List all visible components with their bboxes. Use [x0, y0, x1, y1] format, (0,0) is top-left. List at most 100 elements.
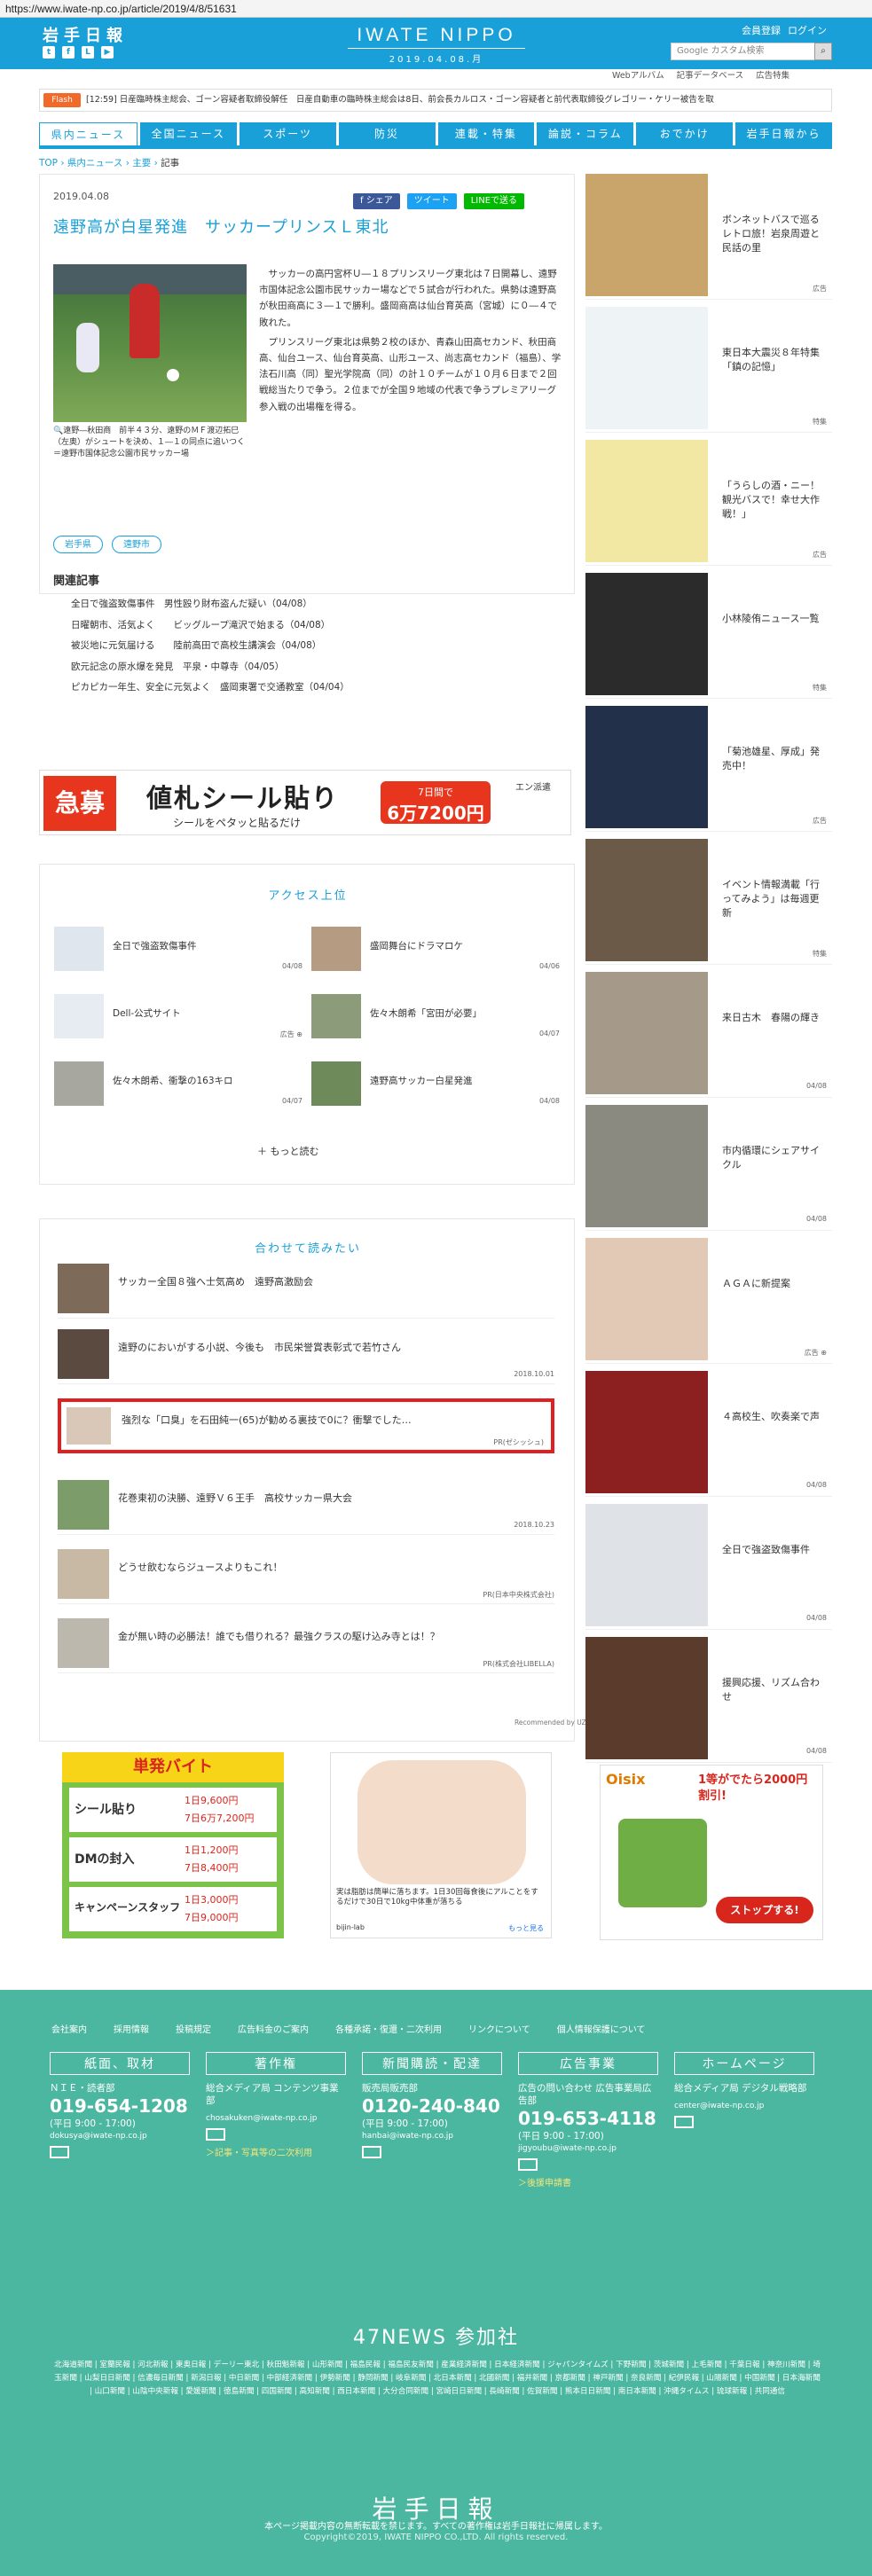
- breadcrumb-main[interactable]: 主要: [132, 158, 151, 168]
- access-thumb: [311, 1061, 361, 1106]
- sidebar-item[interactable]: 援興応援、リズム合わせ 04/08: [585, 1637, 832, 1763]
- footer-links: 会社案内 採用情報 投稿規定 広告料金のご案内 各種承諾・復還・二次利用 リンク…: [51, 2022, 645, 2035]
- tag-tono[interactable]: 遠野市: [112, 536, 161, 553]
- sidebar-item[interactable]: 来日古木 春陽の輝き 04/08: [585, 972, 832, 1098]
- web-album-link[interactable]: Webアルバム: [612, 68, 664, 81]
- phone-number[interactable]: 0120-240-840: [362, 2094, 502, 2118]
- breadcrumb-local[interactable]: 県内ニュース: [67, 158, 122, 168]
- related-item[interactable]: 被災地に元気届ける 陸前高田で高校生講演会（04/08）: [71, 636, 350, 657]
- access-item[interactable]: Dell-公式サイト 広告 ⊕: [54, 994, 302, 1038]
- email-link[interactable]: dokusya@iwate-np.co.jp: [50, 2130, 190, 2142]
- recommend-item[interactable]: サッカー全国８強へ士気高め 遠野高激励会: [58, 1264, 554, 1319]
- access-item[interactable]: 盛岡舞台にドラマロケ 04/06: [311, 927, 560, 971]
- footer-link[interactable]: 個人情報保護について: [557, 2022, 646, 2035]
- sidebar-item[interactable]: ＡＧＡに新提案 広告 ⊕: [585, 1238, 832, 1364]
- related-item[interactable]: 日曜朝市、活気よく ビッグループ滝沢で始まる（04/08）: [71, 615, 350, 637]
- sidebar-item[interactable]: 小林陵侑ニュース一覧 特集: [585, 573, 832, 699]
- sidebar-item[interactable]: 東日本大震災８年特集「鎮の記憶」 特集: [585, 307, 832, 433]
- footer-link[interactable]: 各種承諾・復還・二次利用: [335, 2022, 442, 2035]
- recommend-item-highlighted[interactable]: 強烈な「口臭」を石田純一(65)が勧める裏技で0に？衝撃でした… PR(ゼシッシ…: [58, 1398, 554, 1453]
- article-db-link[interactable]: 記事データベース: [677, 68, 744, 81]
- mail-icon[interactable]: [362, 2146, 381, 2158]
- recommend-item[interactable]: 金が無い時の必勝法！誰でも借りれる？最強クラスの駆け込み寺とは！？ PR(株式会…: [58, 1618, 554, 1673]
- sidebar-item[interactable]: ボンネットバスで巡るレトロ旅！岩泉周遊と民話の里 広告: [585, 174, 832, 300]
- access-item[interactable]: 佐々木朗希、衝撃の163キロ 04/07: [54, 1061, 302, 1106]
- nav-outing[interactable]: おでかけ: [636, 122, 734, 145]
- related-item[interactable]: 全日で強盗致傷事件 男性殴り財布盗んだ疑い（04/08）: [71, 594, 350, 615]
- sidebar-item[interactable]: ４高校生、吹奏楽で声 04/08: [585, 1371, 832, 1497]
- sponsorship-link[interactable]: ＞後援申請書: [518, 2178, 658, 2190]
- sidebar-item[interactable]: 市内循環にシェアサイクル 04/08: [585, 1105, 832, 1231]
- search-input[interactable]: Google カスタム検索: [671, 43, 832, 60]
- site-brand[interactable]: IWATE NIPPO 2019.04.08.月: [348, 25, 525, 65]
- email-link[interactable]: hanbai@iwate-np.co.jp: [362, 2130, 502, 2142]
- ad5-cta-button[interactable]: ストップする!: [716, 1897, 813, 1923]
- nav-column[interactable]: 論説・コラム: [537, 122, 634, 145]
- tweet-button[interactable]: ツイート: [406, 193, 457, 209]
- mail-icon[interactable]: [206, 2128, 225, 2141]
- recommend-item[interactable]: 花巻東初の決勝、遠野Ｖ６王手 高校サッカー県大会 2018.10.23: [58, 1480, 554, 1535]
- register-link[interactable]: 会員登録: [742, 23, 781, 37]
- access-item[interactable]: 佐々木朗希「宮田が必要」 04/07: [311, 994, 560, 1038]
- mail-icon[interactable]: [518, 2158, 538, 2171]
- sidebar-item[interactable]: 「菊池雄星、厚成」発売中！ 広告: [585, 706, 832, 832]
- ad-main-text: 値札シール貼り: [146, 783, 340, 813]
- flash-text[interactable]: [12:59] 日産臨時株主総会、ゴーン容疑者取締役解任 日産自動車の臨時株主総…: [86, 90, 822, 111]
- nav-sports[interactable]: スポーツ: [239, 122, 336, 145]
- twitter-icon[interactable]: t: [43, 46, 55, 59]
- nav-from-nippo[interactable]: 岩手日報から: [735, 122, 832, 145]
- photo-player-red: [130, 284, 160, 358]
- phone-number[interactable]: 019-654-1208: [50, 2094, 190, 2118]
- related-item[interactable]: 欧元記念の原水爆を発見 平泉・中尊寺（04/05）: [71, 657, 350, 678]
- browser-url-bar[interactable]: https://www.iwate-np.co.jp/article/2019/…: [0, 0, 872, 18]
- zoom-icon[interactable]: 🔍: [53, 427, 63, 435]
- facebook-share-button[interactable]: f シェア: [353, 193, 400, 209]
- nav-series[interactable]: 連載・特集: [437, 122, 535, 145]
- related-item[interactable]: ピカピカ一年生、安全に元気よく 盛岡東署で交通教室（04/04）: [71, 677, 350, 699]
- sidebar-item[interactable]: イベント情報満載「行ってみよう」は毎週更新 特集: [585, 839, 832, 965]
- ad-banner[interactable]: 急募 値札シール貼り シールをペタッと貼るだけ 7日間で 6万7200円 エン派…: [39, 770, 571, 835]
- line-share-button[interactable]: LINEで送る: [463, 193, 525, 209]
- ad-feature-link[interactable]: 広告特集: [756, 68, 790, 81]
- site-logo-small[interactable]: 岩手日報: [43, 23, 128, 46]
- email-link[interactable]: jigyoubu@iwate-np.co.jp: [518, 2142, 658, 2155]
- footer-link[interactable]: 採用情報: [114, 2022, 149, 2035]
- tag-iwate[interactable]: 岩手県: [53, 536, 103, 553]
- login-link[interactable]: ログイン: [788, 23, 827, 37]
- breadcrumb: TOP › 県内ニュース › 主要 › 記事: [39, 158, 180, 168]
- 47news-member-list[interactable]: 北海道新聞 | 室蘭民報 | 河北新報 | 東奥日報 | デーリー東北 | 秋田…: [53, 2359, 821, 2399]
- access-item[interactable]: 遠野高サッカー白星発進 04/08: [311, 1061, 560, 1106]
- sidebar-item[interactable]: 「うらしの酒・ニー！観光バスで！幸せ大作戦！」 広告: [585, 440, 832, 566]
- line-icon[interactable]: L: [82, 46, 94, 59]
- secondary-use-link[interactable]: ＞記事・写真等の二次利用: [206, 2148, 346, 2160]
- ad-diet[interactable]: 実は脂肪は簡単に落ちます。1日30回毎食後にアルことをするだけで30日で10kg…: [330, 1752, 552, 1938]
- uzou-credit[interactable]: Recommended by UZOU: [515, 1719, 596, 1726]
- search-icon[interactable]: ⌕: [814, 43, 832, 60]
- recommend-item[interactable]: どうせ飲むならジュースよりもこれ！ PR(日本中央株式会社): [58, 1549, 554, 1604]
- nav-national-news[interactable]: 全国ニュース: [139, 122, 237, 145]
- phone-number[interactable]: 019-653-4118: [518, 2107, 658, 2130]
- ad-oisix[interactable]: Oisix 1等がでたら2000円割引! ストップする!: [600, 1765, 823, 1940]
- nav-local-news[interactable]: 県内ニュース: [39, 122, 137, 145]
- email-link[interactable]: chosakuken@iwate-np.co.jp: [206, 2112, 346, 2125]
- nav-disaster[interactable]: 防災: [338, 122, 436, 145]
- footer-link[interactable]: 広告料金のご案内: [238, 2022, 309, 2035]
- article-title: 遠野高が白星発進 サッカープリンスＬ東北: [53, 218, 389, 237]
- article-photo[interactable]: [53, 264, 247, 422]
- mail-icon[interactable]: [674, 2116, 694, 2128]
- footer-link[interactable]: 会社案内: [51, 2022, 87, 2035]
- breadcrumb-top[interactable]: TOP: [39, 158, 58, 168]
- sidebar-item[interactable]: 全日で強盗致傷事件 04/08: [585, 1504, 832, 1630]
- facebook-icon[interactable]: f: [62, 46, 75, 59]
- ad-parttime[interactable]: 単発バイト シール貼り 1日9,600円 7日6万7,200円 DMの封入 1日…: [62, 1752, 284, 1938]
- footer-link[interactable]: 投稿規定: [176, 2022, 211, 2035]
- mail-icon[interactable]: [50, 2146, 69, 2158]
- footer-link[interactable]: リンクについて: [468, 2022, 530, 2035]
- article-body: サッカーの高円宮杯Ｕ―１８プリンスリーグ東北は７日開幕し、遠野市国体記念公園市民…: [259, 266, 562, 415]
- access-item[interactable]: 全日で強盗致傷事件 04/08: [54, 927, 302, 971]
- recommend-item[interactable]: 遠野のにおいがする小説、今後も 市民栄誉賞表彰式で若竹さん 2018.10.01: [58, 1329, 554, 1384]
- youtube-icon[interactable]: ▶: [101, 46, 114, 59]
- email-link[interactable]: center@iwate-np.co.jp: [674, 2100, 814, 2112]
- ad4-more[interactable]: もっと見る: [508, 1923, 544, 1933]
- more-button[interactable]: ＋ もっと読む: [257, 1144, 319, 1158]
